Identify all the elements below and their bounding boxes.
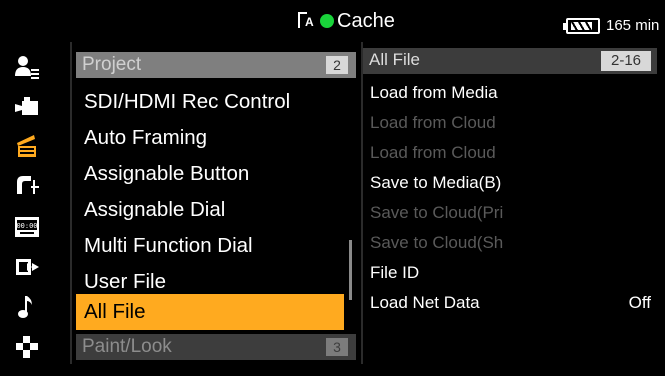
menu-item-auto-framing[interactable]: Auto Framing xyxy=(76,120,346,156)
sub-item-load-from-media[interactable]: Load from Media xyxy=(370,78,655,108)
battery-indicator: 165 min xyxy=(563,17,660,34)
sub-item-load-net-data-value: Off xyxy=(628,293,651,312)
sub-item-save-to-media[interactable]: Save to Media(B) xyxy=(370,168,655,198)
menu-item-multi-function-dial[interactable]: Multi Function Dial xyxy=(76,228,346,264)
menu-header-page-badge: 2 xyxy=(326,56,348,74)
media-slot-icon: A xyxy=(298,10,316,32)
menu-header-project[interactable]: Project 2 xyxy=(76,52,356,78)
tc-icon[interactable] xyxy=(14,172,40,198)
audio-icon[interactable] xyxy=(14,294,40,320)
main-menu-panel: Project 2 SDI/HDMI Rec Control Auto Fram… xyxy=(70,42,359,364)
menu-footer-page-badge: 3 xyxy=(326,338,348,356)
cache-status-dot-icon xyxy=(320,14,334,28)
sub-menu-range-badge: 2-16 xyxy=(601,51,651,71)
sub-menu-panel: All File 2-16 Load from Media Load from … xyxy=(361,42,661,364)
menu-scrollbar[interactable] xyxy=(349,240,352,300)
timecode-icon[interactable]: 00:00 xyxy=(14,214,40,240)
status-bar: A Cache 165 min xyxy=(0,0,665,42)
sub-menu-header: All File 2-16 xyxy=(363,48,657,74)
cache-label: Cache xyxy=(337,10,395,32)
sub-item-load-net-data[interactable]: Load Net Data Off xyxy=(370,288,655,318)
sub-item-load-from-cloud-2: Load from Cloud xyxy=(370,143,496,162)
menu-item-sdi-hdmi-rec-control[interactable]: SDI/HDMI Rec Control xyxy=(76,84,346,120)
menu-header-label: Project xyxy=(82,54,142,75)
menu-item-all-file[interactable]: All File xyxy=(76,294,344,330)
battery-terminal xyxy=(563,22,567,30)
menu-footer-label: Paint/Look xyxy=(82,336,172,357)
camera-icon[interactable] xyxy=(14,94,40,120)
sub-item-load-from-cloud-1: Load from Cloud xyxy=(370,113,496,132)
battery-icon xyxy=(563,17,600,34)
media-slot-letter: A xyxy=(305,15,314,29)
svg-text:00:00: 00:00 xyxy=(16,222,37,230)
menu-footer-paint-look[interactable]: Paint/Look 3 xyxy=(76,334,356,360)
menu-item-assignable-button[interactable]: Assignable Button xyxy=(76,156,346,192)
clapperboard-icon[interactable] xyxy=(14,132,40,158)
sub-item-load-net-data-label: Load Net Data xyxy=(370,293,480,312)
paint-look-icon[interactable] xyxy=(14,334,40,360)
category-sidebar: 00:00 xyxy=(0,42,70,364)
output-icon[interactable] xyxy=(14,254,40,280)
battery-remaining-label: 165 min xyxy=(606,17,660,34)
user-menu-icon[interactable] xyxy=(14,54,40,80)
sub-item-save-to-cloud-sh: Save to Cloud(Sh xyxy=(370,233,504,252)
sub-item-save-to-cloud-pri: Save to Cloud(Pri xyxy=(370,203,504,222)
menu-item-assignable-dial[interactable]: Assignable Dial xyxy=(76,192,346,228)
status-center: A Cache xyxy=(298,8,395,34)
sub-menu-header-label: All File xyxy=(369,50,421,69)
sub-item-file-id[interactable]: File ID xyxy=(370,258,655,288)
battery-level-fill xyxy=(571,21,592,30)
